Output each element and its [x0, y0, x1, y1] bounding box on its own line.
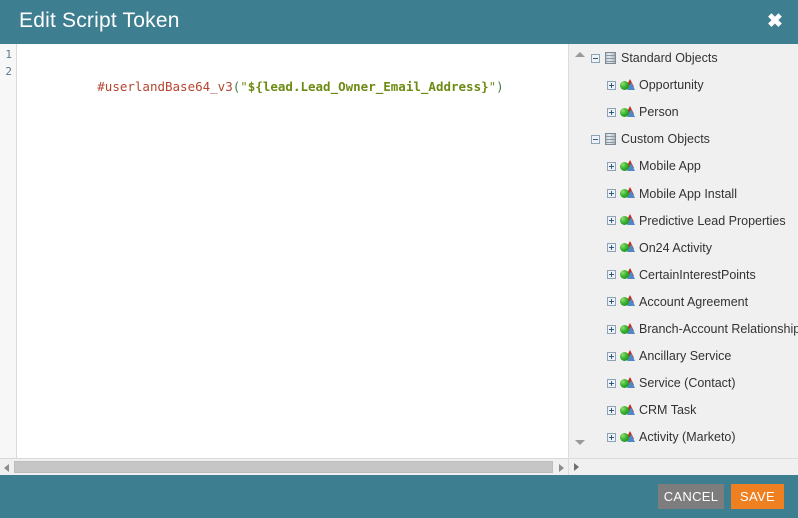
- database-icon: [604, 132, 617, 146]
- object-tree-panel: Standard Objects Opportunity Person Custom …: [568, 44, 798, 475]
- dialog-title: Edit Script Token: [19, 9, 180, 32]
- edit-script-token-dialog: Edit Script Token ✖ 1 2 #userlandBase64_…: [0, 0, 798, 518]
- object-icon: [620, 268, 635, 281]
- scroll-right-arrow-icon[interactable]: [559, 464, 564, 472]
- object-icon: [620, 295, 635, 308]
- tree-node-certaininterestpoints[interactable]: CertainInterestPoints: [607, 265, 756, 285]
- editor-line-number-gutter: 1 2: [0, 44, 17, 458]
- cancel-button[interactable]: CANCEL: [658, 484, 724, 509]
- line-number: 2: [5, 65, 12, 78]
- tree-node-label: Mobile App: [639, 159, 701, 174]
- object-icon: [620, 430, 635, 444]
- expand-plus-icon[interactable]: [607, 378, 616, 388]
- dialog-titlebar: Edit Script Token ✖: [0, 0, 798, 44]
- tree-node-label: Person: [639, 105, 679, 120]
- editor-text-area[interactable]: #userlandBase64_v3("${lead.Lead_Owner_Em…: [18, 44, 566, 458]
- tree-node-label: Opportunity: [639, 78, 704, 93]
- tree-node-on24-activity[interactable]: On24 Activity: [607, 238, 712, 258]
- scrollbar-thumb[interactable]: [14, 461, 553, 473]
- tree-node-mobile-app-install[interactable]: Mobile App Install: [607, 184, 737, 204]
- tree-node-label: Mobile App Install: [639, 186, 737, 201]
- tree-node-activity-marketo[interactable]: Activity (Marketo): [607, 427, 736, 447]
- tree-node-label: Custom Objects: [621, 132, 710, 147]
- tree-node-opportunity[interactable]: Opportunity: [607, 75, 704, 95]
- expand-plus-icon[interactable]: [607, 351, 616, 361]
- tree-node-crm-task[interactable]: CRM Task: [607, 400, 696, 420]
- expand-plus-icon[interactable]: [607, 107, 616, 117]
- tree-node-label: On24 Activity: [639, 240, 712, 255]
- object-icon: [620, 376, 635, 390]
- tree-node-standard-objects[interactable]: Standard Objects: [591, 48, 718, 68]
- expand-plus-icon[interactable]: [607, 270, 616, 280]
- object-icon: [620, 214, 635, 227]
- expand-plus-icon[interactable]: [607, 161, 616, 171]
- code-line-2: #userlandBase64_v3("${lead.Lead_Owner_Em…: [22, 64, 504, 109]
- tree-node-label: Standard Objects: [621, 51, 718, 65]
- scroll-right-arrow-icon[interactable]: [574, 463, 579, 471]
- tree-node-label: CRM Task: [639, 403, 697, 418]
- expand-plus-icon[interactable]: [607, 405, 616, 415]
- tree-node-branch-account-relationship[interactable]: Branch-Account Relationship: [607, 319, 798, 339]
- object-icon: [620, 322, 635, 336]
- expand-plus-icon[interactable]: [607, 216, 616, 226]
- expand-plus-icon[interactable]: [607, 297, 616, 307]
- tree-node-label: Service (Contact): [639, 376, 736, 391]
- tree-node-label: Account Agreement: [639, 294, 749, 309]
- tree-horizontal-scrollbar[interactable]: [569, 458, 798, 475]
- tree-node-person[interactable]: Person: [607, 102, 679, 122]
- expand-plus-icon[interactable]: [607, 189, 616, 198]
- collapse-minus-icon[interactable]: [591, 53, 600, 63]
- object-icon: [620, 349, 635, 363]
- database-icon: [604, 51, 617, 65]
- editor-horizontal-scrollbar[interactable]: [0, 458, 568, 475]
- object-tree-list: Standard Objects Opportunity Person Custom …: [569, 44, 798, 456]
- object-icon: [620, 105, 635, 119]
- tree-node-mobile-app[interactable]: Mobile App: [607, 156, 701, 176]
- dialog-body: 1 2 #userlandBase64_v3("${lead.Lead_Owne…: [0, 44, 798, 475]
- tree-node-label: Ancillary Service: [639, 349, 732, 364]
- object-icon: [620, 241, 635, 254]
- object-icon: [620, 159, 635, 173]
- dialog-footer: CANCEL SAVE: [0, 475, 798, 518]
- tree-node-service-contact[interactable]: Service (Contact): [607, 373, 736, 393]
- code-token-variable: ${lead.Lead_Owner_Email_Address}: [247, 79, 489, 94]
- tree-node-label: CertainInterestPoints: [639, 267, 756, 282]
- code-token-paren-close: ): [496, 79, 504, 94]
- tree-node-predictive-lead-properties[interactable]: Predictive Lead Properties: [607, 211, 786, 231]
- close-icon[interactable]: ✖: [764, 11, 786, 33]
- save-button[interactable]: SAVE: [731, 484, 784, 509]
- code-token-function: #userlandBase64_v3: [97, 79, 233, 94]
- expand-plus-icon[interactable]: [607, 243, 616, 253]
- tree-node-account-agreement[interactable]: Account Agreement: [607, 292, 748, 312]
- object-icon: [620, 187, 635, 200]
- expand-plus-icon[interactable]: [607, 80, 616, 90]
- collapse-minus-icon[interactable]: [591, 134, 600, 144]
- object-icon: [620, 403, 635, 417]
- tree-node-ancillary-service[interactable]: Ancillary Service: [607, 346, 731, 366]
- line-number: 1: [5, 48, 12, 61]
- tree-node-label: Branch-Account Relationship: [639, 322, 798, 336]
- code-editor[interactable]: 1 2 #userlandBase64_v3("${lead.Lead_Owne…: [0, 44, 568, 475]
- expand-plus-icon[interactable]: [607, 324, 616, 334]
- tree-node-custom-objects[interactable]: Custom Objects: [591, 129, 710, 149]
- scroll-left-arrow-icon[interactable]: [4, 464, 9, 472]
- expand-plus-icon[interactable]: [607, 432, 616, 442]
- scroll-down-arrow-icon[interactable]: [575, 440, 585, 445]
- tree-node-label: Activity (Marketo): [639, 430, 736, 445]
- tree-node-label: Predictive Lead Properties: [639, 213, 786, 228]
- code-token-quote-open: ": [240, 79, 248, 94]
- object-icon: [620, 78, 635, 92]
